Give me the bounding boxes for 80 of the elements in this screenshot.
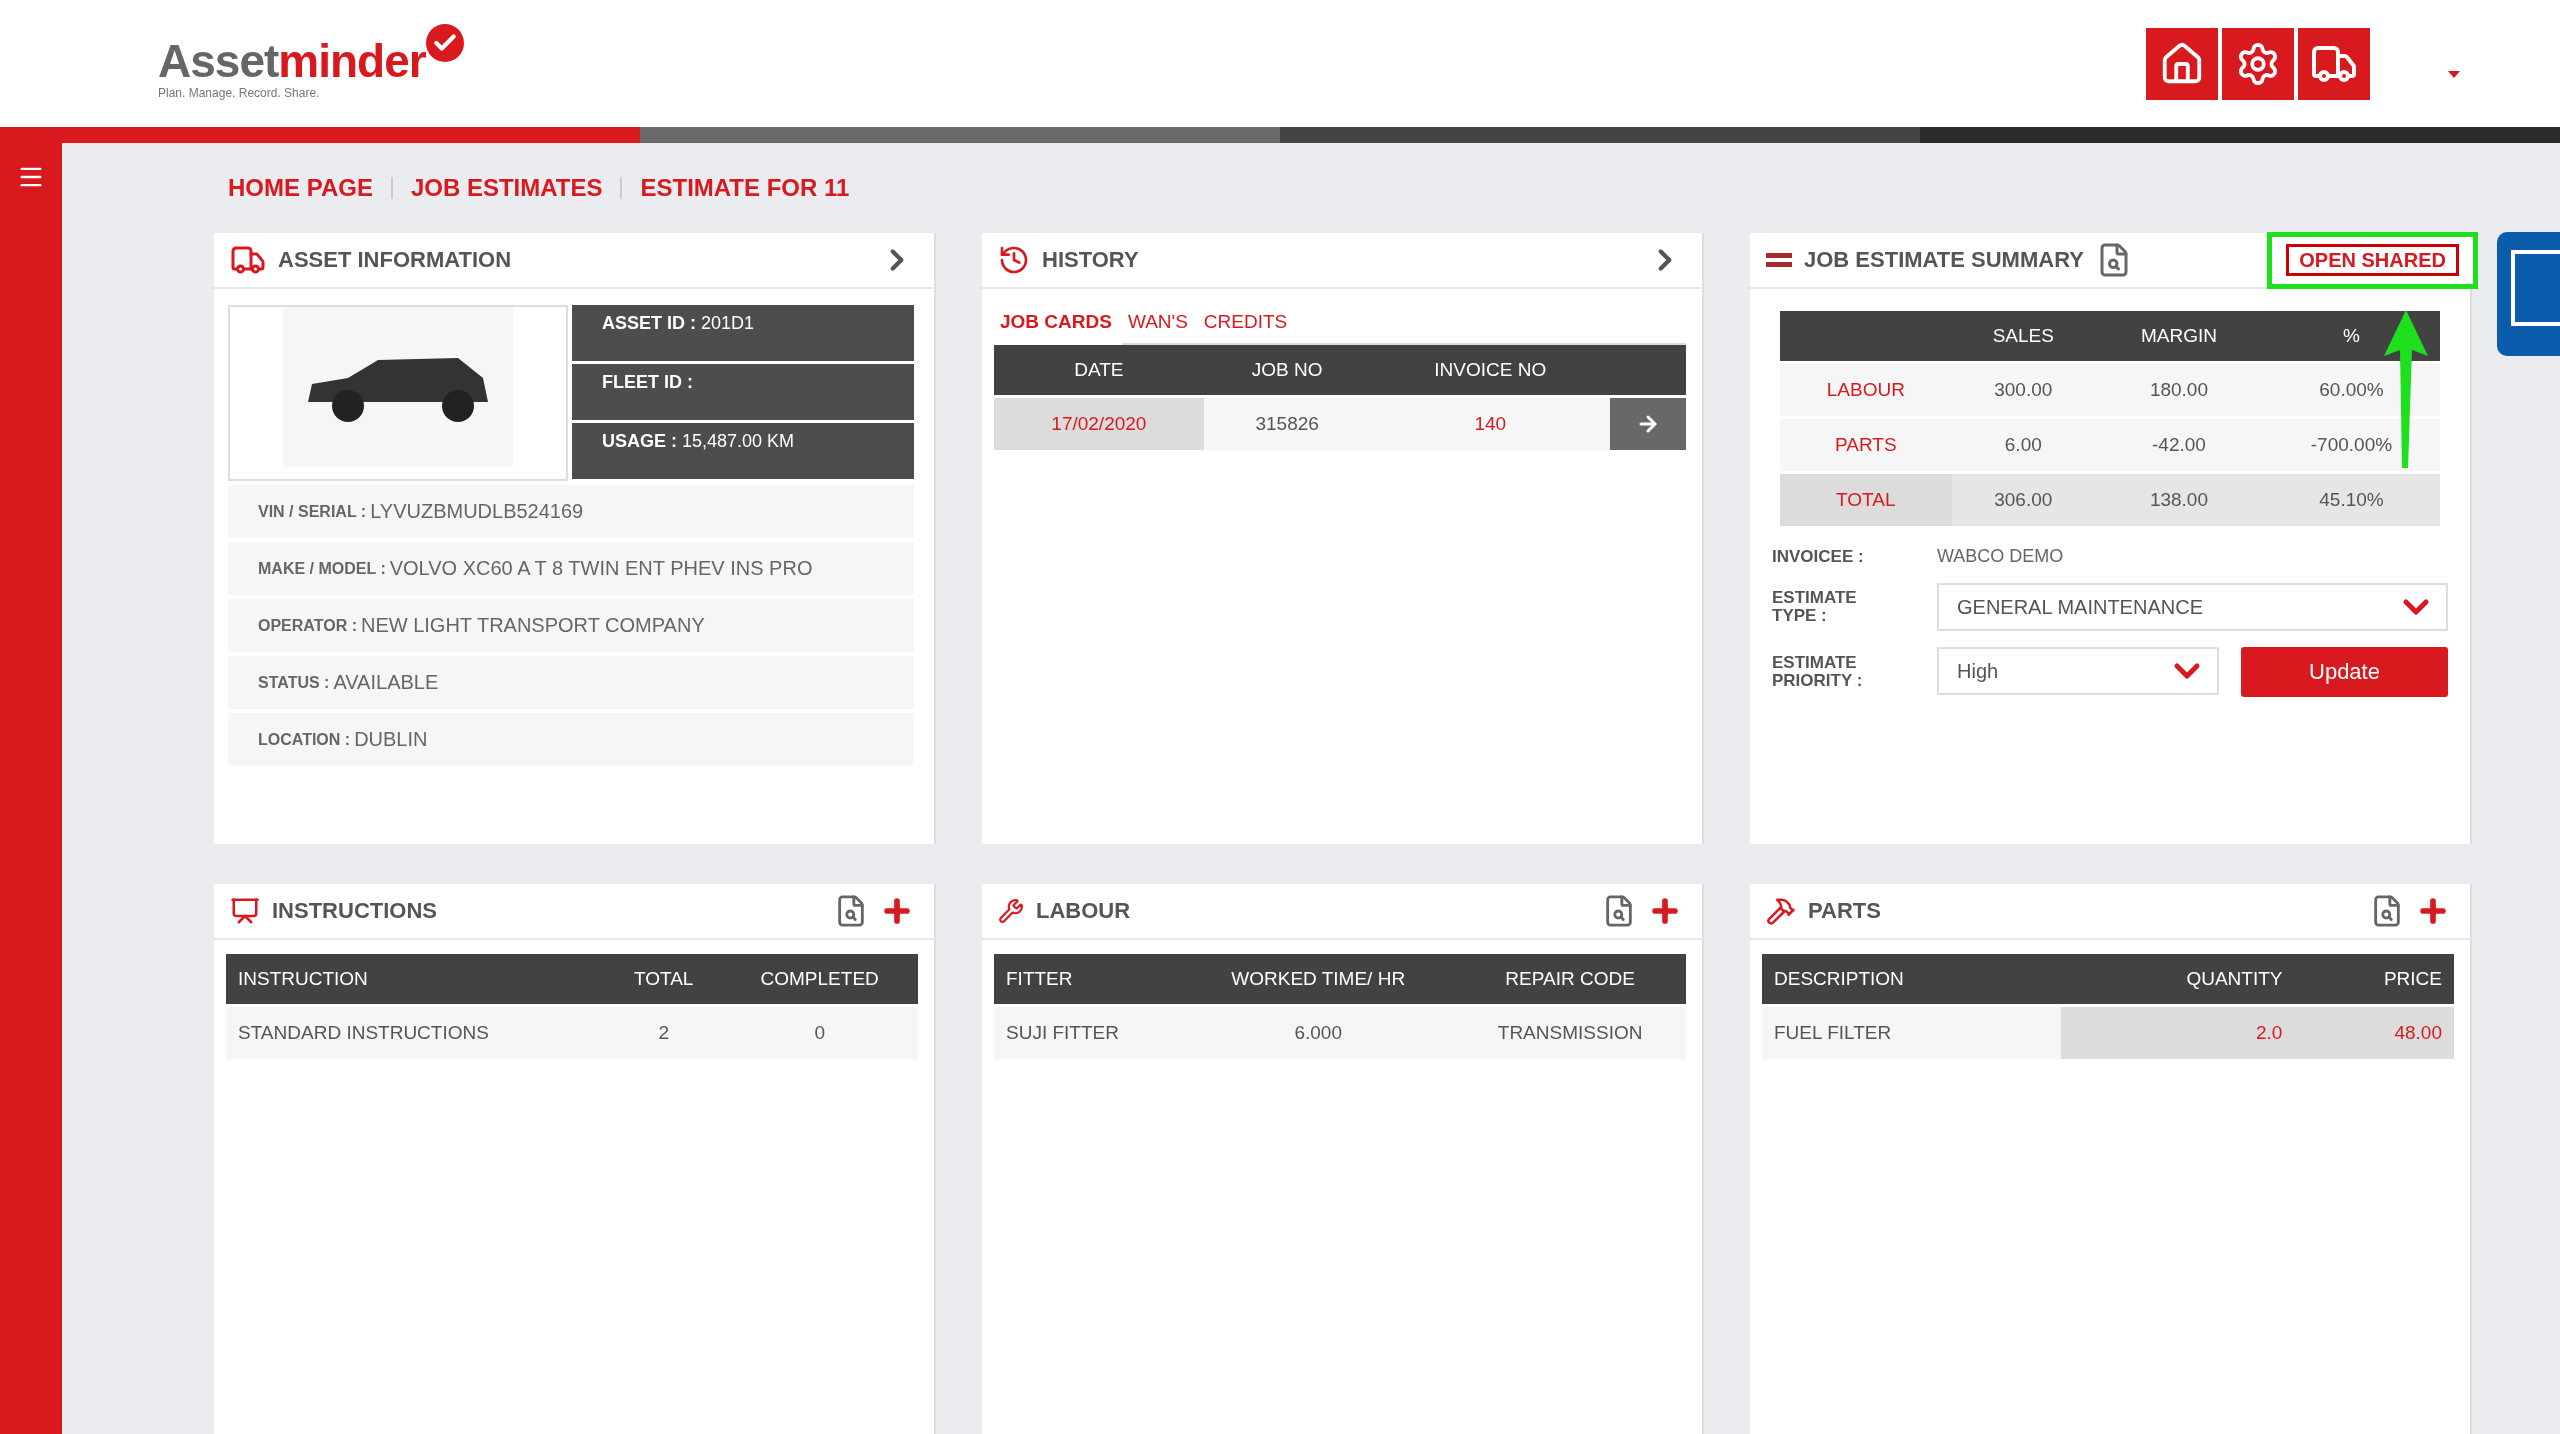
row-label: PARTS [1780,417,1952,473]
table-cell: 306.00 [1951,472,2095,526]
table-cell: 2 [605,1005,722,1059]
table-cell: TRANSMISSION [1454,1005,1686,1059]
column-header: MARGIN [2094,311,2263,363]
column-header: JOB NO [1203,345,1371,397]
table-cell: 6.00 [1951,417,2095,473]
table-cell: 315826 [1203,396,1371,450]
column-header: REPAIR CODE [1454,954,1686,1006]
column-header: QUANTITY [2061,954,2295,1006]
card-title: JOB ESTIMATE SUMMARY [1804,247,2084,273]
card-title: PARTS [1808,898,1881,924]
detail-label: LOCATION : [258,730,351,749]
asset-fact: FLEET ID : [572,364,914,420]
table-cell: SUJI FITTER [994,1005,1183,1059]
wrench-icon [998,898,1024,924]
column-header: COMPLETED [721,954,918,1006]
column-header: PRICE [2294,954,2454,1006]
column-header: FITTER [994,954,1183,1006]
field-label: ESTIMATE TYPE : [1772,589,1858,625]
detail-value: LYVUZBMUDLB524169 [370,500,584,523]
asset-fact: ASSET ID : 201D1 [572,305,914,361]
table-cell: 180.00 [2094,362,2263,418]
hammer-icon [1766,896,1796,926]
asset-fact: USAGE : 15,487.00 KM [572,423,914,479]
field-label: INVOICEE : [1772,547,1865,566]
gear-button[interactable] [2222,27,2294,100]
history-tab[interactable]: JOB CARDS [994,303,1122,345]
table-cell: 138.00 [2094,472,2263,526]
card-title: ASSET INFORMATION [278,247,512,273]
detail-label: MAKE / MODEL : [258,559,386,578]
table-cell: 48.00 [2294,1005,2454,1059]
table-cell: 2.0 [2061,1005,2295,1059]
breadcrumb-link[interactable]: HOME PAGE [228,174,373,202]
detail-label: VIN / SERIAL : [258,502,367,521]
table-cell: 140 [1370,396,1610,450]
truck-button[interactable] [2298,27,2370,100]
status-label: OPEN SHARED [2286,243,2459,276]
estimate-priority-select[interactable]: High [1937,647,2219,695]
home-button[interactable] [2146,27,2218,100]
estimate-type-select[interactable]: GENERAL MAINTENANCE [1937,583,2448,631]
field-value: WABCO DEMO [1937,546,2065,567]
card-title: HISTORY [1042,247,1139,273]
detail-value: DUBLIN [354,728,428,751]
table-cell: STANDARD INSTRUCTIONS [226,1005,606,1059]
field-label: ESTIMATE PRIORITY : [1772,654,1864,690]
card-title: LABOUR [1036,898,1131,924]
column-header: DESCRIPTION [1762,954,2062,1006]
card-title: INSTRUCTIONS [272,898,437,924]
detail-value: AVAILABLE [333,671,439,694]
row-label: TOTAL [1780,472,1952,526]
table-cell: 0 [721,1005,918,1059]
side-tab[interactable] [2497,232,2560,356]
detail-value: VOLVO XC60 A T 8 TWIN ENT PHEV INS PRO [389,557,813,580]
detail-label: OPERATOR : [258,616,357,635]
table-cell: -700.00% [2262,417,2440,473]
table-cell: FUEL FILTER [1762,1005,2062,1059]
column-header: TOTAL [605,954,722,1006]
presentation-board-icon [230,896,260,926]
table-cell: 17/02/2020 [994,396,1204,450]
column-header: WORKED TIME/ HR [1182,954,1455,1006]
update-button[interactable]: Update [2241,647,2448,697]
bars-icon [1766,253,1792,267]
column-header: DATE [994,345,1204,397]
assetminder-logo[interactable]: Assetminder Plan. Manage. Record. Share. [158,27,468,100]
table-cell: 300.00 [1951,362,2095,418]
row-label: LABOUR [1780,362,1952,418]
detail-label: STATUS : [258,673,330,692]
table-cell: 60.00% [2262,362,2440,418]
column-header: INVOICE NO [1370,345,1610,397]
column-header: INSTRUCTION [226,954,606,1006]
column-header: SALES [1951,311,2095,363]
detail-value: NEW LIGHT TRANSPORT COMPANY [360,614,705,637]
breadcrumb-link[interactable]: JOB ESTIMATES [410,174,603,202]
breadcrumb-link[interactable]: ESTIMATE FOR 11 [640,174,850,202]
history-icon [998,244,1030,276]
table-cell: 45.10% [2262,472,2440,526]
dropdown-caret-icon[interactable] [2448,71,2460,78]
table-cell: -42.00 [2094,417,2263,473]
table-cell: 6.000 [1182,1005,1455,1059]
